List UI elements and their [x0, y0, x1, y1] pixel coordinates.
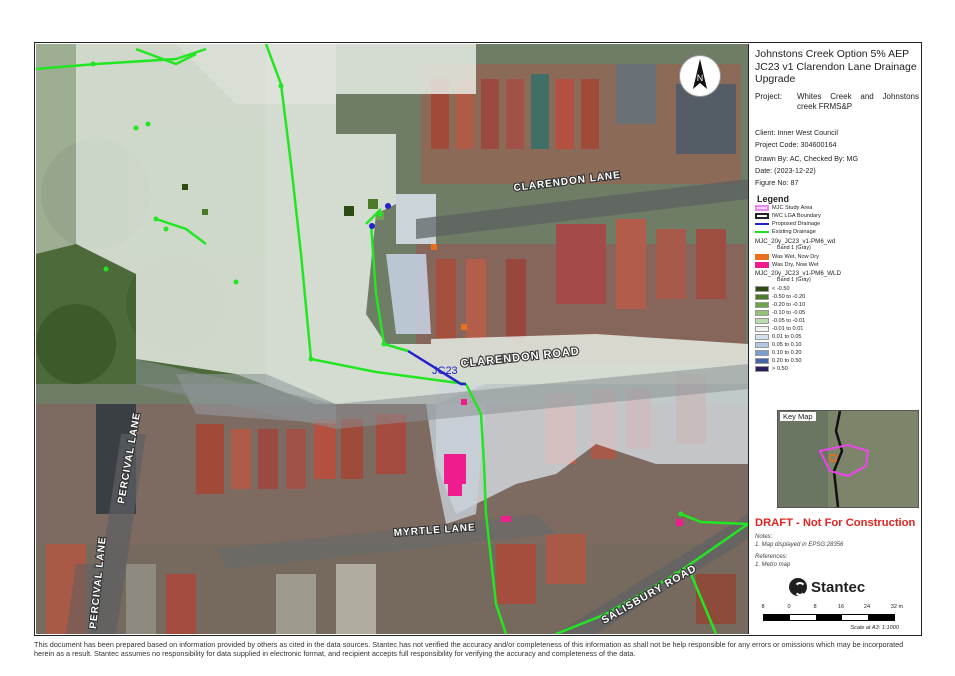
- map-canvas[interactable]: CLARENDON LANE CLARENDON ROAD PERCIVAL L…: [36, 44, 748, 634]
- legend-label: -0.01 to 0.01: [772, 326, 804, 332]
- legend-item: -0.20 to -0.10: [755, 301, 805, 309]
- key-map[interactable]: Key Map: [777, 410, 919, 508]
- aerial-map: CLARENDON LANE CLARENDON ROAD PERCIVAL L…: [36, 44, 748, 634]
- legend-swatch: [755, 231, 769, 233]
- stantec-logo: Stantec: [789, 578, 865, 596]
- notes-item: 1. Map displayed in EPSG:28356: [755, 542, 844, 548]
- scale-bar-graphic: [763, 614, 895, 621]
- legend-swatch: [755, 302, 769, 308]
- legend-item: Was Wet, Now Dry: [755, 253, 819, 261]
- legend-item: 0.01 to 0.05: [755, 333, 802, 341]
- legend-item: -0.05 to -0.01: [755, 317, 805, 325]
- legend-swatch: [755, 342, 769, 348]
- legend-wld-header: MJC_20y_JC23_v1-PM6_WLD Band 1 (Gray): [755, 270, 841, 283]
- drawn-by: Drawn By: AC, Checked By: MG: [755, 154, 859, 163]
- legend-swatch: [755, 334, 769, 340]
- legend-title: Legend: [757, 194, 790, 204]
- legend-swatch: [755, 294, 769, 300]
- date: Date: (2023-12-22): [755, 166, 816, 175]
- legend-item: 0.20 to 0.50: [755, 357, 802, 365]
- legend-label: -0.05 to -0.01: [772, 318, 806, 324]
- legend-label: 0.10 to 0.20: [772, 350, 802, 356]
- legend-swatch: [755, 366, 769, 372]
- legend-swatch: [755, 358, 769, 364]
- legend-swatch: [755, 223, 769, 225]
- legend-swatch: [755, 326, 769, 332]
- key-map-image: [778, 411, 918, 507]
- references-title: References:: [755, 554, 788, 560]
- figure-no: Figure No: 87: [755, 178, 799, 187]
- legend-label: 0.05 to 0.10: [772, 342, 802, 348]
- legend-item: Proposed Drainage: [755, 220, 820, 228]
- project-code: Project Code: 304600164: [755, 140, 837, 149]
- legend-label: 0.01 to 0.05: [772, 334, 802, 340]
- legend-item: < -0.50: [755, 285, 790, 293]
- legend-swatch: [755, 213, 769, 219]
- legend-item: > 0.50: [755, 365, 788, 373]
- legend-label: -0.20 to -0.10: [772, 302, 806, 308]
- disclaimer: This document has been prepared based on…: [34, 640, 904, 658]
- references-item: 1. Metro map: [755, 562, 791, 568]
- scale-label: Scale at A3: 1:1000: [850, 625, 899, 631]
- scale-ticks: 8 0 8 16 24 32 m: [761, 604, 904, 610]
- legend-swatch: [755, 254, 769, 260]
- project-row: Project: Whites Creek and Johnstons cree…: [755, 92, 919, 112]
- notes-title: Notes:: [755, 534, 773, 540]
- project-key: Project:: [755, 92, 783, 101]
- legend-item: -0.50 to -0.20: [755, 293, 805, 301]
- stantec-logo-icon: [789, 578, 807, 596]
- legend-item: Was Dry, Now Wet: [755, 261, 819, 269]
- north-label: N: [697, 73, 704, 83]
- label-jc23: JC23: [432, 365, 458, 377]
- project-value: Whites Creek and Johnstons creek FRMS&P: [797, 92, 919, 111]
- scale-bar: 8 0 8 16 24 32 m Scale at A3: 1:1000: [761, 604, 913, 631]
- legend-item: IWC LGA Boundary: [755, 212, 821, 220]
- legend-wd-header: MJC_20y_JC23_v1-PM6_wd Band 1 (Gray): [755, 238, 836, 251]
- legend-item: -0.01 to 0.01: [755, 325, 803, 333]
- legend-label: -0.10 to -0.05: [772, 310, 806, 316]
- legend-swatch: [755, 286, 769, 292]
- legend-swatch: [755, 350, 769, 356]
- draft-banner: DRAFT - Not For Construction: [755, 517, 916, 529]
- legend-item: Existing Drainage: [755, 228, 816, 236]
- legend-label: -0.50 to -0.20: [772, 294, 806, 300]
- legend-item: 0.10 to 0.20: [755, 349, 802, 357]
- north-arrow: N: [680, 56, 720, 96]
- key-map-label: Key Map: [780, 412, 816, 421]
- title-block: Johnstons Creek Option 5% AEP JC23 v1 Cl…: [748, 44, 920, 634]
- legend-swatch: [755, 310, 769, 316]
- legend-swatch: [755, 205, 769, 211]
- client: Client: Inner West Council: [755, 128, 838, 137]
- map-title: Johnstons Creek Option 5% AEP JC23 v1 Cl…: [755, 48, 917, 85]
- legend-label: > 0.50: [772, 366, 788, 372]
- legend-item: MJC Study Area: [755, 204, 812, 212]
- legend-swatch: [755, 262, 769, 268]
- legend-swatch: [755, 318, 769, 324]
- legend-item: 0.05 to 0.10: [755, 341, 802, 349]
- legend-label: < -0.50: [772, 286, 790, 292]
- legend-label: 0.20 to 0.50: [772, 358, 802, 364]
- legend-item: -0.10 to -0.05: [755, 309, 805, 317]
